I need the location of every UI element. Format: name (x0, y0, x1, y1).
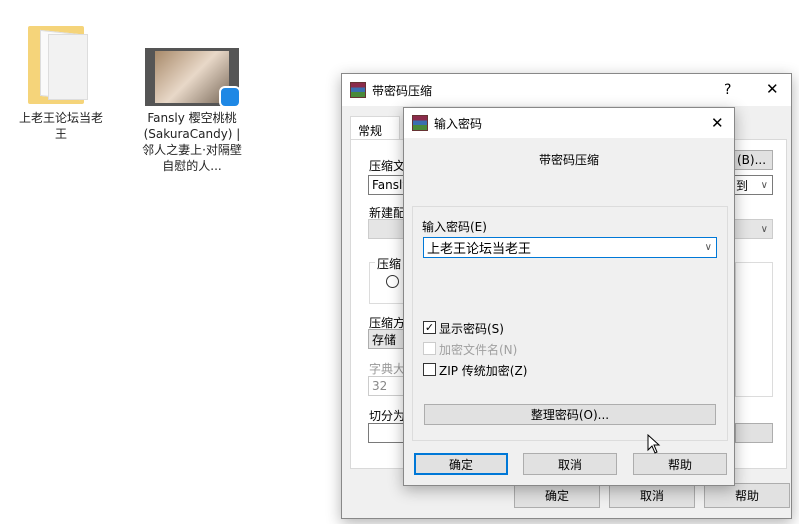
zip-legacy-checkbox[interactable] (423, 363, 436, 376)
organize-passwords-button[interactable]: 整理密码(O)... (424, 404, 716, 425)
winrar-icon (412, 115, 428, 131)
options-button[interactable] (735, 423, 773, 443)
folder-icon[interactable] (28, 22, 92, 106)
dict-value: 32 (372, 379, 388, 393)
format-group-label: 压缩 (375, 255, 404, 272)
video-label[interactable]: Fansly 樱空桃桃 (SakuraCandy) | 邻人之妻上·对隔壁自慰的… (142, 110, 242, 174)
archive-name-label: 压缩文 (369, 159, 406, 173)
tab-label: 常规 (358, 124, 383, 138)
method-value: 存储 (372, 332, 397, 347)
close-icon[interactable]: ✕ (711, 114, 724, 132)
ok-button[interactable]: 确定 (414, 453, 508, 475)
video-thumbnail-icon[interactable] (145, 48, 241, 108)
update-mode-select[interactable]: 到 ∨ (732, 175, 773, 195)
winrar-icon (350, 82, 366, 98)
chevron-down-icon[interactable]: ∨ (705, 242, 712, 253)
options-group (735, 262, 773, 397)
browse-button[interactable]: (B)... (732, 150, 773, 170)
ok-label: 确定 (544, 489, 569, 503)
dialog-title: 输入密码 (434, 116, 483, 131)
help-button[interactable]: 帮助 (704, 483, 790, 508)
help-icon[interactable]: ? (724, 82, 731, 98)
password-label: 输入密码(E) (422, 220, 487, 234)
encrypt-filenames-label: 加密文件名(N) (439, 343, 518, 357)
cancel-button[interactable]: 取消 (609, 483, 695, 508)
format-radio[interactable] (386, 275, 399, 288)
cancel-label: 取消 (639, 489, 664, 503)
help-label: 帮助 (667, 457, 692, 472)
player-badge-icon (219, 86, 241, 108)
organize-label: 整理密码(O)... (530, 408, 610, 422)
ok-button[interactable]: 确定 (514, 483, 600, 508)
cancel-button[interactable]: 取消 (523, 453, 617, 475)
help-label: 帮助 (734, 489, 759, 503)
folder-label[interactable]: 上老王论坛当老王 (14, 110, 108, 142)
cancel-label: 取消 (557, 457, 582, 472)
dialog-header: 带密码压缩 (538, 153, 599, 167)
split-label: 切分为 (369, 409, 406, 423)
ok-label: 确定 (448, 457, 473, 472)
encrypt-filenames-checkbox[interactable] (423, 342, 436, 355)
close-icon[interactable]: ✕ (766, 80, 779, 98)
password-input[interactable]: 上老王论坛当老王 ∨ (423, 237, 717, 258)
browse-label: (B)... (737, 153, 767, 167)
dict-label: 字典大 (369, 362, 406, 376)
zip-legacy-label: ZIP 传统加密(Z) (439, 364, 528, 378)
help-button[interactable]: 帮助 (633, 453, 727, 475)
password-value: 上老王论坛当老王 (427, 242, 532, 257)
dialog-title: 带密码压缩 (372, 83, 433, 98)
chevron-down-icon: ∨ (760, 179, 768, 191)
show-password-label: 显示密码(S) (439, 322, 504, 336)
enter-password-dialog: 输入密码 ✕ 带密码压缩 输入密码(E) 上老王论坛当老王 ∨ ✓ 显示密码(S)… (403, 107, 735, 486)
mouse-cursor-icon (647, 434, 661, 454)
show-password-checkbox[interactable]: ✓ (423, 321, 436, 334)
update-mode-value: 到 (736, 178, 749, 193)
tab-general[interactable]: 常规 (350, 116, 400, 140)
chevron-down-icon: ∨ (760, 223, 768, 235)
